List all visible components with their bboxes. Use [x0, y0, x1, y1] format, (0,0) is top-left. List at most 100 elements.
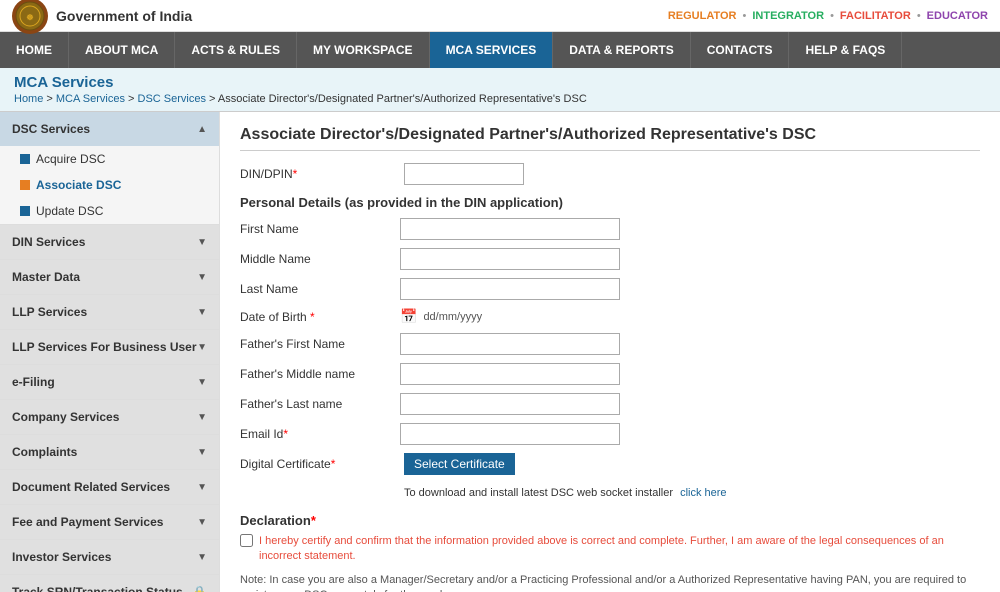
- payment-arrow-icon: ▼: [197, 517, 207, 528]
- complaints-arrow-icon: ▼: [197, 447, 207, 458]
- nav-mca-services[interactable]: MCA SERVICES: [430, 32, 554, 68]
- sidebar-item-associate-dsc[interactable]: Associate DSC: [0, 172, 219, 198]
- sidebar-section-track: Track SRN/Transaction Status 🔒: [0, 575, 219, 592]
- educator-link[interactable]: EDUCATOR: [927, 10, 988, 22]
- father-first-name-input[interactable]: [400, 333, 620, 355]
- bullet-icon: [20, 154, 30, 164]
- nav-data-reports[interactable]: DATA & REPORTS: [553, 32, 690, 68]
- sidebar-payment-header[interactable]: Fee and Payment Services ▼: [0, 505, 219, 539]
- digital-cert-label: Digital Certificate*: [240, 457, 400, 471]
- sidebar-item-acquire-dsc[interactable]: Acquire DSC: [0, 146, 219, 172]
- nav-workspace[interactable]: MY WORKSPACE: [297, 32, 430, 68]
- father-last-name-row: Father's Last name: [240, 393, 980, 415]
- father-first-name-row: Father's First Name: [240, 333, 980, 355]
- cert-download-row: To download and install latest DSC web s…: [240, 483, 980, 503]
- father-last-name-label: Father's Last name: [240, 397, 400, 411]
- last-name-row: Last Name: [240, 278, 980, 300]
- breadcrumb-current: Associate Director's/Designated Partner'…: [218, 93, 587, 105]
- breadcrumb-dsc-services[interactable]: DSC Services: [138, 93, 206, 105]
- llp-biz-arrow-icon: ▼: [197, 342, 207, 353]
- top-bar-left: ☸ Government of India: [12, 0, 192, 34]
- form-title: Associate Director's/Designated Partner'…: [240, 126, 980, 151]
- last-name-input[interactable]: [400, 278, 620, 300]
- efiling-arrow-icon: ▼: [197, 377, 207, 388]
- sidebar-section-llp: LLP Services ▼: [0, 295, 219, 330]
- sidebar-dsc-header[interactable]: DSC Services ▲: [0, 112, 219, 146]
- sidebar-track-header[interactable]: Track SRN/Transaction Status 🔒: [0, 575, 219, 592]
- sidebar-section-master: Master Data ▼: [0, 260, 219, 295]
- nav-home[interactable]: HOME: [0, 32, 69, 68]
- digital-cert-row: Digital Certificate* Select Certificate: [240, 453, 980, 475]
- declaration-title: Declaration*: [240, 513, 980, 528]
- regulator-link[interactable]: REGULATOR: [668, 10, 737, 22]
- bullet-icon: [20, 206, 30, 216]
- nav-contacts[interactable]: CONTACTS: [691, 32, 790, 68]
- docs-arrow-icon: ▼: [197, 482, 207, 493]
- master-arrow-icon: ▼: [197, 272, 207, 283]
- investor-arrow-icon: ▼: [197, 552, 207, 563]
- sidebar-docs-header[interactable]: Document Related Services ▼: [0, 470, 219, 504]
- sidebar-din-header[interactable]: DIN Services ▼: [0, 225, 219, 259]
- email-row: Email Id*: [240, 423, 980, 445]
- declaration-text: I hereby certify and confirm that the in…: [259, 534, 980, 565]
- personal-details-title: Personal Details (as provided in the DIN…: [240, 195, 980, 210]
- declaration-section: Declaration* I hereby certify and confir…: [240, 513, 980, 565]
- father-middle-name-row: Father's Middle name: [240, 363, 980, 385]
- sidebar-master-header[interactable]: Master Data ▼: [0, 260, 219, 294]
- father-middle-name-input[interactable]: [400, 363, 620, 385]
- sidebar-llp-header[interactable]: LLP Services ▼: [0, 295, 219, 329]
- digital-cert-group: Select Certificate: [400, 453, 515, 475]
- sidebar-section-efiling: e-Filing ▼: [0, 365, 219, 400]
- father-last-name-input[interactable]: [400, 393, 620, 415]
- middle-name-input[interactable]: [400, 248, 620, 270]
- sidebar-section-din: DIN Services ▼: [0, 225, 219, 260]
- din-label: DIN/DPIN*: [240, 167, 400, 181]
- breadcrumb: Home > MCA Services > DSC Services > Ass…: [14, 93, 986, 105]
- dob-hint: dd/mm/yyyy: [423, 311, 482, 323]
- llp-arrow-icon: ▼: [197, 307, 207, 318]
- middle-name-label: Middle Name: [240, 252, 400, 266]
- page-header: MCA Services Home > MCA Services > DSC S…: [0, 68, 1000, 112]
- sidebar-section-company: Company Services ▼: [0, 400, 219, 435]
- declaration-checkbox[interactable]: [240, 534, 253, 547]
- sidebar-section-investor: Investor Services ▼: [0, 540, 219, 575]
- sidebar-company-header[interactable]: Company Services ▼: [0, 400, 219, 434]
- declaration-check: I hereby certify and confirm that the in…: [240, 534, 980, 565]
- main-content-wrapper: Associate Director's/Designated Partner'…: [220, 112, 1000, 592]
- bullet-icon: [20, 180, 30, 190]
- middle-name-row: Middle Name: [240, 248, 980, 270]
- sidebar-section-complaints: Complaints ▼: [0, 435, 219, 470]
- nav-about[interactable]: ABOUT MCA: [69, 32, 175, 68]
- first-name-input[interactable]: [400, 218, 620, 240]
- email-label: Email Id*: [240, 427, 400, 441]
- dob-row: Date of Birth * 📅 dd/mm/yyyy: [240, 308, 980, 325]
- sidebar-section-docs: Document Related Services ▼: [0, 470, 219, 505]
- email-input[interactable]: [400, 423, 620, 445]
- din-row: DIN/DPIN*: [240, 163, 980, 185]
- breadcrumb-mca-services[interactable]: MCA Services: [56, 93, 125, 105]
- sidebar-investor-header[interactable]: Investor Services ▼: [0, 540, 219, 574]
- page-header-title: MCA Services: [14, 74, 986, 91]
- sidebar-item-update-dsc[interactable]: Update DSC: [0, 198, 219, 224]
- breadcrumb-home[interactable]: Home: [14, 93, 43, 105]
- sidebar-section-llp-biz: LLP Services For Business User ▼: [0, 330, 219, 365]
- sidebar-section-dsc: DSC Services ▲ Acquire DSC Associate DSC…: [0, 112, 219, 225]
- nav-acts[interactable]: ACTS & RULES: [175, 32, 297, 68]
- din-input[interactable]: [404, 163, 524, 185]
- first-name-row: First Name: [240, 218, 980, 240]
- dob-input-group: 📅 dd/mm/yyyy: [400, 308, 482, 325]
- integrator-link[interactable]: INTEGRATOR: [752, 10, 824, 22]
- sidebar-efiling-header[interactable]: e-Filing ▼: [0, 365, 219, 399]
- main-content: Associate Director's/Designated Partner'…: [220, 112, 1000, 592]
- sidebar-complaints-header[interactable]: Complaints ▼: [0, 435, 219, 469]
- facilitator-link[interactable]: FACILITATOR: [840, 10, 911, 22]
- select-certificate-button[interactable]: Select Certificate: [404, 453, 515, 475]
- lock-icon: 🔒: [192, 585, 207, 592]
- father-middle-name-label: Father's Middle name: [240, 367, 400, 381]
- top-bar: ☸ Government of India REGULATOR • INTEGR…: [0, 0, 1000, 32]
- calendar-icon: 📅: [400, 308, 417, 325]
- father-first-name-label: Father's First Name: [240, 337, 400, 351]
- nav-help[interactable]: HELP & FAQs: [789, 32, 902, 68]
- download-link[interactable]: click here: [680, 487, 726, 499]
- sidebar-llp-biz-header[interactable]: LLP Services For Business User ▼: [0, 330, 219, 364]
